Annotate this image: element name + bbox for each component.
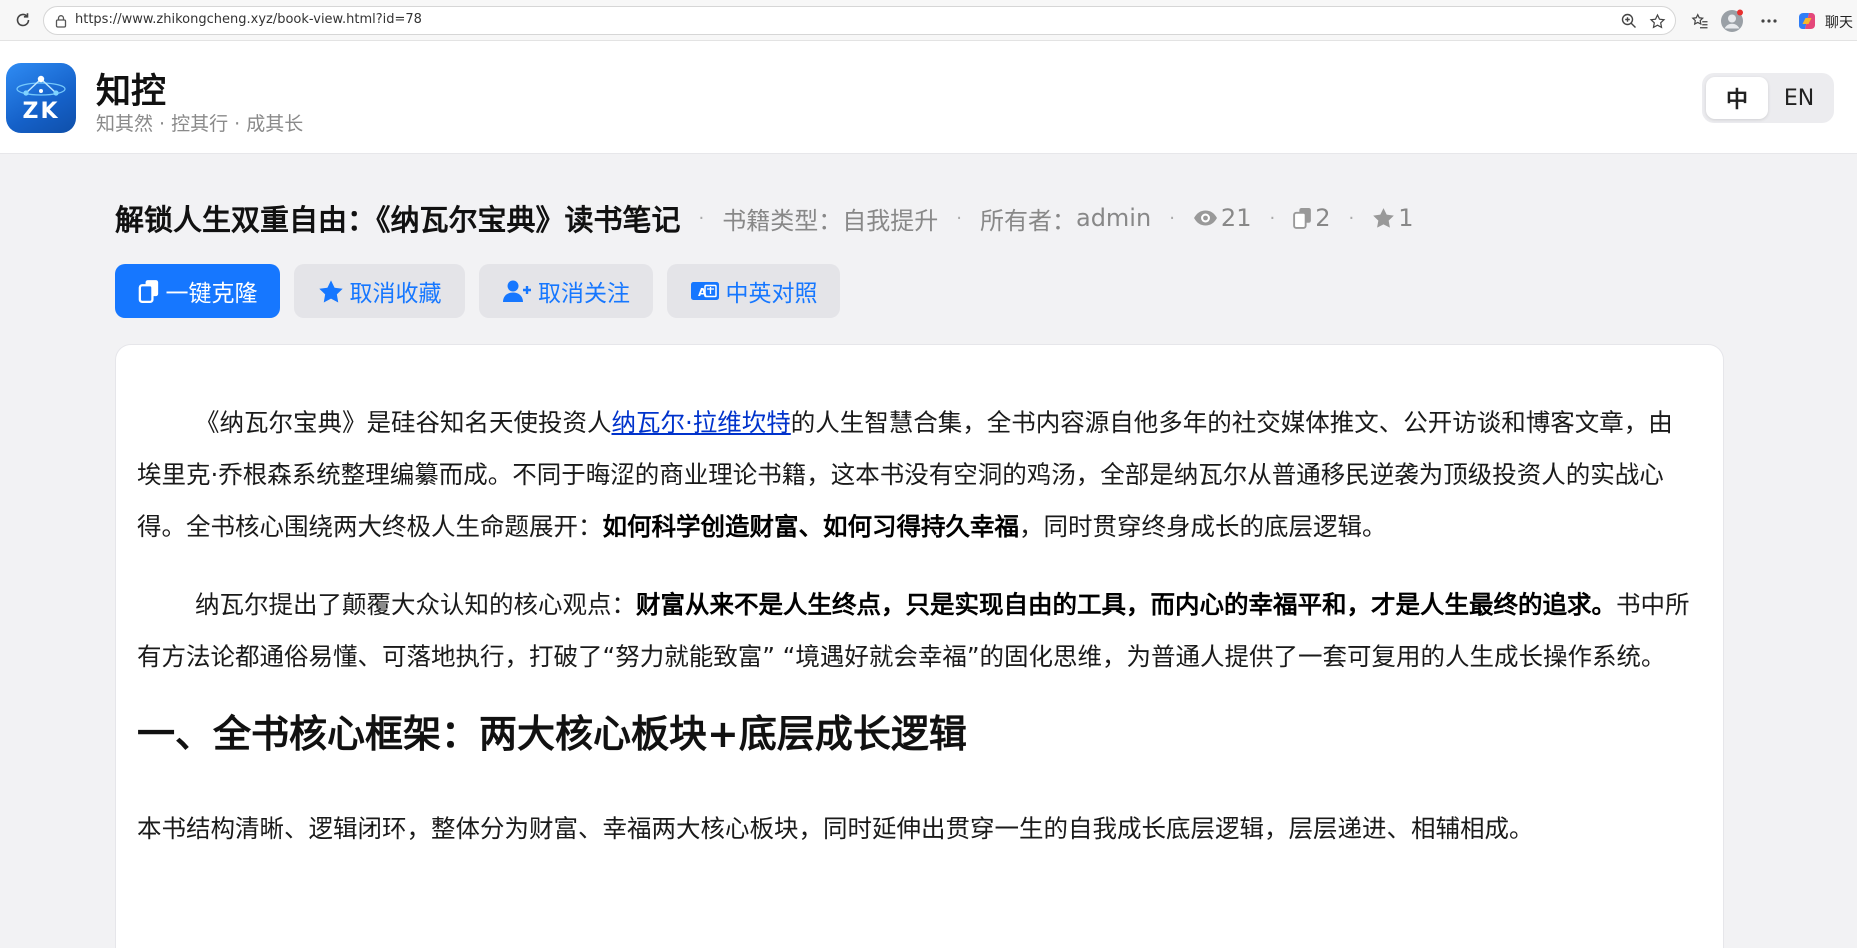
- eye-icon: [1193, 210, 1217, 226]
- book-owner: 所有者： admin: [980, 201, 1151, 236]
- book-title-row: 解锁人生双重自由：《纳瓦尔宝典》读书笔记 · 书籍类型： 自我提升 · 所有者：…: [115, 196, 1414, 240]
- favorite-star-icon[interactable]: [1647, 11, 1667, 31]
- category-value: 自我提升: [842, 206, 939, 235]
- view-count-value: 21: [1220, 204, 1252, 232]
- action-bar: 一键克隆 取消收藏 取消关注 A 中英对照: [115, 264, 854, 318]
- brand-slogan: 知其然 · 控其行 · 成其长: [96, 113, 304, 135]
- paragraph-bold-text: 如何科学创造财富、如何习得持久幸福: [602, 512, 1020, 541]
- logo-text: ZK: [22, 99, 60, 124]
- unfavorite-button-label: 取消收藏: [349, 281, 442, 307]
- clone-button-label: 一键克隆: [165, 281, 258, 307]
- meta-separator: ·: [1348, 207, 1355, 229]
- author-link[interactable]: 纳瓦尔·拉维坎特: [612, 408, 791, 437]
- language-switcher: 中 EN: [1702, 73, 1834, 123]
- unfavorite-button[interactable]: 取消收藏: [294, 264, 465, 318]
- bilingual-button-label: 中英对照: [725, 281, 818, 307]
- view-count: 21: [1193, 204, 1252, 232]
- unfollow-button-label: 取消关注: [538, 281, 630, 307]
- copy-icon: [1293, 208, 1312, 229]
- unfollow-button[interactable]: 取消关注: [479, 264, 653, 318]
- clone-button[interactable]: 一键克隆: [115, 264, 280, 318]
- chat-label[interactable]: 聊天: [1825, 12, 1853, 32]
- article-body: 《纳瓦尔宝典》是硅谷知名天使投资人纳瓦尔·拉维坎特的人生智慧合集，全书内容源自他…: [137, 397, 1697, 881]
- paragraph-text: 《纳瓦尔宝典》是硅谷知名天使投资人: [195, 408, 612, 437]
- site-header: ZK 知控 知其然 · 控其行 · 成其长 中 EN: [0, 41, 1857, 154]
- paragraph-text: 纳瓦尔提出了颠覆大众认知的核心观点：: [195, 590, 636, 619]
- section-heading: 一、全书核心框架：两大核心板块+底层成长逻辑: [137, 712, 967, 756]
- copy-icon: [138, 280, 158, 303]
- site-info-icon[interactable]: [53, 13, 69, 29]
- meta-separator: ·: [1169, 207, 1175, 229]
- address-bar[interactable]: https://www.zhikongcheng.xyz/book-view.h…: [43, 6, 1676, 35]
- meta-separator: ·: [1269, 207, 1276, 229]
- translate-icon: A: [690, 282, 719, 300]
- favorite-count: 1: [1372, 204, 1414, 232]
- reload-icon[interactable]: [12, 9, 34, 31]
- owner-label: 所有者：: [979, 206, 1076, 235]
- profile-avatar-icon[interactable]: [1720, 9, 1744, 33]
- lang-option-zh[interactable]: 中: [1706, 77, 1768, 119]
- article-paragraph: 纳瓦尔提出了颠覆大众认知的核心观点：财富从来不是人生终点，只是实现自由的工具，而…: [137, 579, 1697, 683]
- clone-count-value: 2: [1315, 204, 1331, 232]
- book-category: 书籍类型： 自我提升: [722, 201, 938, 236]
- owner-value: admin: [1075, 204, 1152, 232]
- more-options-icon[interactable]: [1757, 9, 1781, 33]
- article-paragraph: 本书结构清晰、逻辑闭环，整体分为财富、幸福两大核心板块，同时延伸出贯穿一生的自我…: [137, 814, 1534, 843]
- star-icon: [318, 279, 343, 302]
- favorite-count-value: 1: [1398, 204, 1414, 232]
- zoom-icon[interactable]: [1619, 11, 1639, 31]
- star-icon: [1373, 208, 1395, 228]
- browser-toolbar: https://www.zhikongcheng.xyz/book-view.h…: [0, 0, 1857, 41]
- site-logo[interactable]: ZK: [6, 63, 76, 133]
- paragraph-bold-text: 财富从来不是人生终点，只是实现自由的工具，而内心的幸福平和，才是人生最终的追求。: [636, 590, 1616, 619]
- meta-separator: ·: [698, 207, 705, 229]
- copilot-icon[interactable]: [1795, 9, 1819, 33]
- bilingual-button[interactable]: A 中英对照: [667, 264, 840, 318]
- lang-option-en[interactable]: EN: [1768, 77, 1830, 119]
- article-paragraph: 《纳瓦尔宝典》是硅谷知名天使投资人纳瓦尔·拉维坎特的人生智慧合集，全书内容源自他…: [137, 397, 1697, 553]
- clone-count: 2: [1293, 204, 1330, 232]
- url-text[interactable]: https://www.zhikongcheng.xyz/book-view.h…: [75, 12, 422, 27]
- meta-separator: ·: [956, 207, 962, 229]
- category-label: 书籍类型：: [722, 206, 843, 235]
- paragraph-text: ，同时贯穿终身成长的底层逻辑。: [1019, 512, 1387, 541]
- book-title: 解锁人生双重自由：《纳瓦尔宝典》读书笔记: [115, 203, 681, 237]
- brand-name[interactable]: 知控: [96, 63, 166, 114]
- favorites-list-icon[interactable]: [1688, 9, 1712, 33]
- article-card: 《纳瓦尔宝典》是硅谷知名天使投资人纳瓦尔·拉维坎特的人生智慧合集，全书内容源自他…: [115, 344, 1724, 948]
- user-plus-icon: [503, 280, 531, 302]
